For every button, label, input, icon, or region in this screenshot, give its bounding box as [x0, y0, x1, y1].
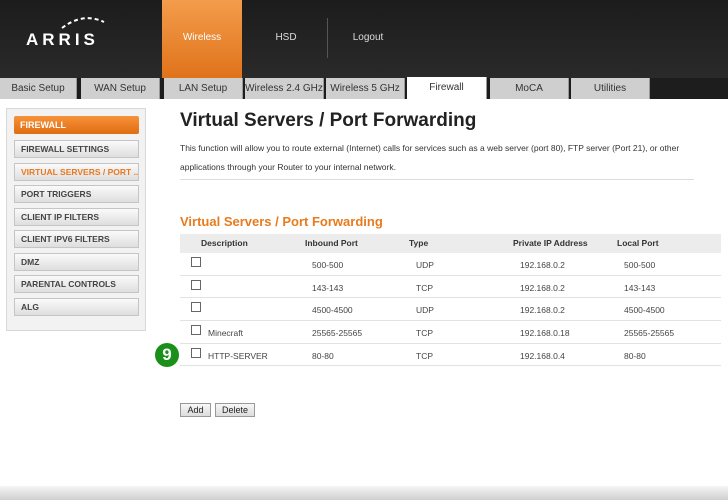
cell-type: TCP — [416, 282, 433, 293]
tab-moca[interactable]: MoCA — [490, 78, 569, 99]
cell-description: Minecraft — [208, 328, 243, 339]
cell-private-ip: 192.168.0.2 — [520, 260, 565, 270]
cell-local-port: 25565-25565 — [624, 328, 675, 339]
arris-logo-arc-icon — [61, 17, 105, 29]
intro-text: This function will allow you to route ex… — [180, 143, 680, 172]
cell-local-port: 500-500 — [624, 260, 656, 270]
port-forwarding-table: Description Inbound Port Type Private IP… — [180, 234, 721, 367]
tab-utilities[interactable]: Utilities — [571, 78, 650, 99]
table-row: Minecraft 25565-25565 TCP 192.168.0.18 2… — [180, 321, 721, 344]
footer-bar — [0, 486, 728, 500]
cell-inbound-port: 25565-25565 — [312, 328, 363, 339]
cell-type: UDP — [416, 305, 434, 316]
row-checkbox[interactable] — [191, 347, 201, 358]
tab-lan-setup[interactable]: LAN Setup — [164, 78, 243, 99]
cell-inbound-port: 500-500 — [312, 260, 344, 270]
tab-basic-setup[interactable]: Basic Setup — [0, 78, 77, 99]
row-checkbox[interactable] — [191, 302, 201, 313]
sidebar-item-port-triggers[interactable]: PORT TRIGGERS — [14, 185, 139, 203]
cell-private-ip: 192.168.0.18 — [520, 328, 570, 339]
cell-local-port: 4500-4500 — [624, 305, 665, 316]
sidebar: FIREWALL FIREWALL SETTINGS VIRTUAL SERVE… — [6, 108, 146, 331]
cell-type: UDP — [416, 260, 434, 270]
cell-inbound-port: 4500-4500 — [312, 305, 353, 316]
step-number-badge: 9 — [155, 343, 179, 367]
row-checkbox[interactable] — [191, 257, 201, 267]
column-header-private-ip: Private IP Address — [513, 238, 588, 248]
column-header-description: Description — [201, 238, 248, 248]
cell-type: TCP — [416, 350, 433, 361]
add-button[interactable]: Add — [180, 403, 211, 417]
cell-private-ip: 192.168.0.4 — [520, 350, 565, 361]
divider — [180, 179, 694, 180]
tab-wireless-24[interactable]: Wireless 2.4 GHz — [245, 78, 324, 99]
cell-type: TCP — [416, 328, 433, 339]
table-row: 4500-4500 UDP 192.168.0.2 4500-4500 — [180, 298, 721, 322]
cell-local-port: 80-80 — [624, 350, 646, 361]
row-checkbox[interactable] — [191, 325, 201, 336]
table-row: 500-500 UDP 192.168.0.2 500-500 — [180, 253, 721, 276]
topnav-hsd[interactable]: HSD — [246, 0, 326, 78]
topnav-logout[interactable]: Logout — [328, 0, 408, 78]
column-header-local-port: Local Port — [617, 238, 659, 248]
table-row: HTTP-SERVER 80-80 TCP 192.168.0.4 80-80 — [180, 344, 721, 367]
top-header: ARRIS Wireless HSD Logout — [0, 0, 728, 78]
cell-local-port: 143-143 — [624, 282, 656, 293]
tab-wan-setup[interactable]: WAN Setup — [81, 78, 160, 99]
cell-private-ip: 192.168.0.2 — [520, 282, 565, 293]
sidebar-item-alg[interactable]: ALG — [14, 298, 139, 316]
sidebar-item-dmz[interactable]: DMZ — [14, 253, 139, 271]
table-header: Description Inbound Port Type Private IP… — [180, 234, 721, 253]
arris-logo: ARRIS — [26, 30, 99, 49]
sidebar-item-virtual-servers[interactable]: VIRTUAL SERVERS / PORT ... — [14, 163, 139, 181]
section-title: Virtual Servers / Port Forwarding — [180, 214, 383, 229]
cell-inbound-port: 143-143 — [312, 282, 344, 293]
cell-description: HTTP-SERVER — [208, 350, 268, 361]
sidebar-item-client-ip-filters[interactable]: CLIENT IP FILTERS — [14, 208, 139, 226]
tab-firewall[interactable]: Firewall — [407, 77, 487, 99]
row-checkbox[interactable] — [191, 279, 201, 290]
column-header-type: Type — [409, 238, 429, 248]
table-row: 143-143 TCP 192.168.0.2 143-143 — [180, 276, 721, 299]
sidebar-item-client-ipv6-filters[interactable]: CLIENT IPV6 FILTERS — [14, 230, 139, 248]
main-tabs: Basic Setup WAN Setup LAN Setup Wireless… — [0, 77, 728, 99]
column-header-inbound-port: Inbound Port — [305, 238, 358, 248]
cell-inbound-port: 80-80 — [312, 350, 334, 361]
sidebar-header: FIREWALL — [14, 116, 139, 134]
tab-wireless-5[interactable]: Wireless 5 GHz — [326, 78, 405, 99]
page-title: Virtual Servers / Port Forwarding — [180, 110, 477, 131]
delete-button[interactable]: Delete — [215, 403, 255, 417]
sidebar-item-parental-controls[interactable]: PARENTAL CONTROLS — [14, 275, 139, 293]
topnav-wireless[interactable]: Wireless — [162, 0, 242, 78]
sidebar-item-firewall-settings[interactable]: FIREWALL SETTINGS — [14, 140, 139, 158]
cell-private-ip: 192.168.0.2 — [520, 305, 565, 316]
